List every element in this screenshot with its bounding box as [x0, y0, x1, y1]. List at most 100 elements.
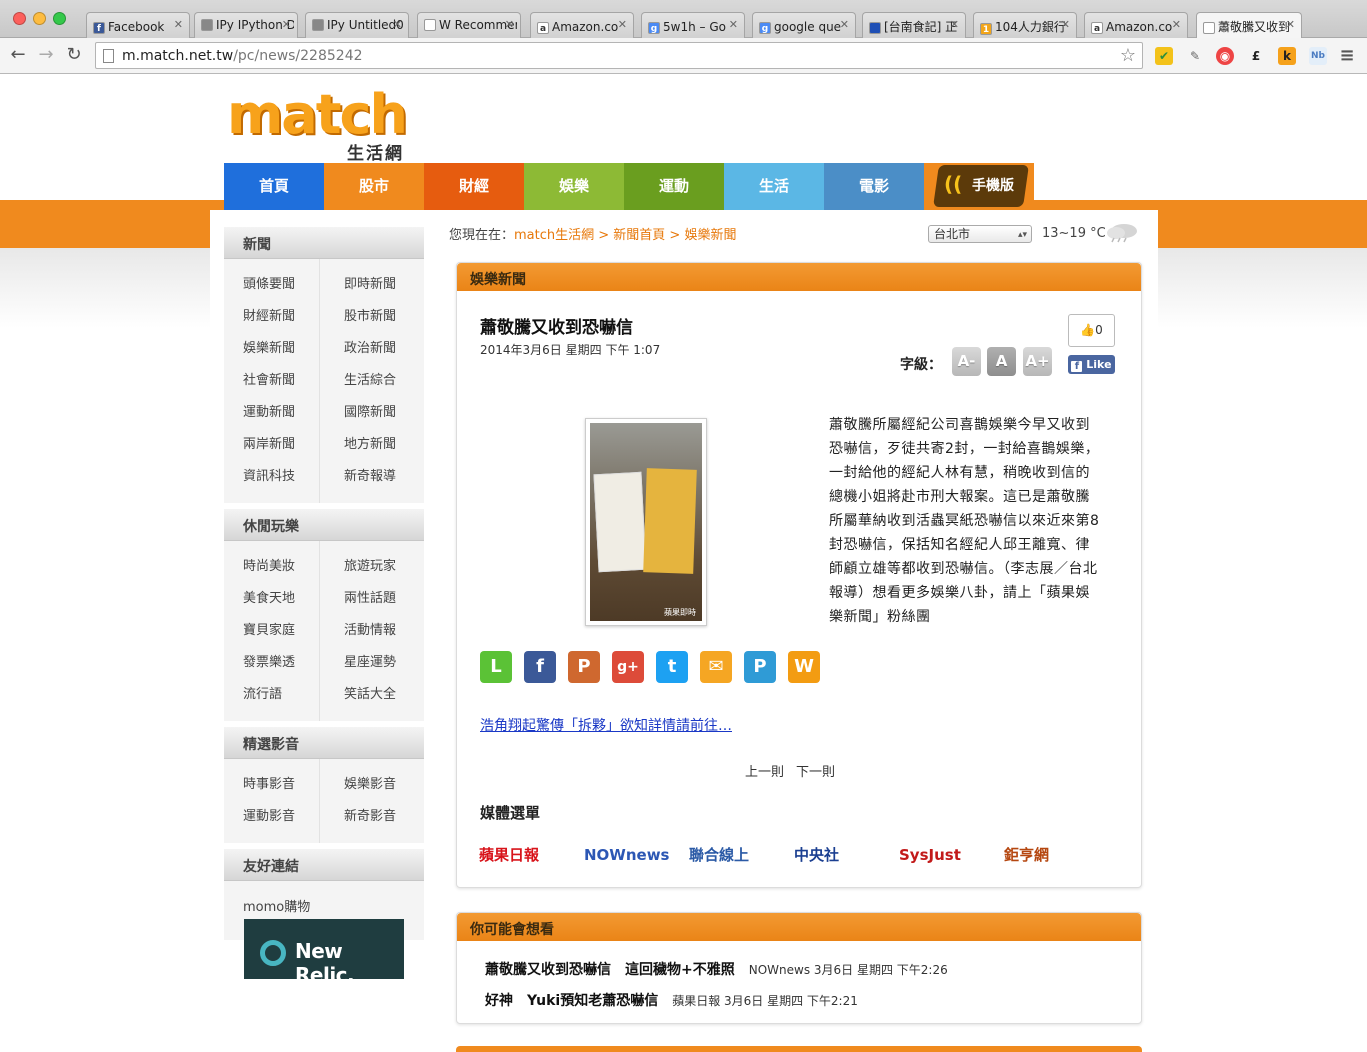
media-logo[interactable]: SysJust [899, 840, 961, 870]
browser-tab[interactable]: a Amazon.co ✕ [1084, 12, 1188, 39]
tab-close-icon[interactable]: ✕ [1172, 18, 1181, 31]
tab-close-icon[interactable]: ✕ [393, 18, 402, 31]
reload-button[interactable]: ↻ [63, 44, 85, 65]
font-smaller-button[interactable]: A- [952, 347, 981, 376]
tab-close-icon[interactable]: ✕ [1286, 18, 1295, 31]
menu-icon[interactable]: ≡ [1338, 47, 1356, 65]
line-icon[interactable]: L [480, 651, 512, 683]
recommend-item[interactable]: 蕭敬騰又收到恐嚇信 這回穢物+不雅照 NOWnews 3月6日 星期四 下午2:26 [485, 959, 948, 979]
sidebar-link[interactable]: 美食天地 [224, 583, 320, 615]
search-share-icon[interactable]: P [744, 651, 776, 683]
browser-tab[interactable]: g google que ✕ [752, 12, 856, 39]
google-plus-icon[interactable]: g+ [612, 651, 644, 683]
media-logo[interactable]: 鉅亨網 [1004, 840, 1049, 870]
media-logo[interactable]: NOWnews [584, 840, 670, 870]
extension-pen-icon[interactable]: ✎ [1186, 47, 1204, 65]
new-relic-ad[interactable]: New Relic. [244, 919, 404, 987]
sidebar-link[interactable]: 資訊科技 [224, 461, 320, 493]
nav-item[interactable]: 生活 [724, 163, 824, 210]
browser-tab[interactable]: [台南食記] 正 ✕ [862, 12, 966, 39]
sidebar-link[interactable]: 生活綜合 [320, 365, 424, 397]
related-article-link[interactable]: 浩角翔起驚傳「拆夥」欲知詳情請前往… [480, 715, 732, 735]
browser-tab[interactable]: IPy IPython Da✕ [194, 12, 298, 39]
bookmark-star-icon[interactable]: ☆ [1120, 45, 1136, 66]
city-select[interactable]: 台北市 ▴▾ [928, 225, 1032, 243]
extension-k-icon[interactable]: k [1278, 47, 1296, 65]
sidebar-link[interactable]: 財經新聞 [224, 301, 320, 333]
nav-item[interactable]: 股市 [324, 163, 424, 210]
font-larger-button[interactable]: A+ [1023, 347, 1052, 376]
nav-item[interactable]: 首頁 [224, 163, 324, 210]
sidebar-link[interactable]: 笑話大全 [320, 679, 424, 711]
sidebar-link[interactable]: 旅遊玩家 [320, 551, 424, 583]
sidebar-link[interactable]: 寶貝家庭 [224, 615, 320, 647]
zoom-window-button[interactable] [53, 12, 66, 25]
sidebar-link[interactable]: 政治新聞 [320, 333, 424, 365]
extension-circle-icon[interactable]: ◉ [1216, 47, 1234, 65]
next-article-link[interactable]: 下一則 [796, 765, 835, 780]
sidebar-link[interactable]: 國際新聞 [320, 397, 424, 429]
nav-item[interactable]: 娛樂 [524, 163, 624, 210]
extension-nb-icon[interactable]: Nb [1309, 47, 1327, 65]
browser-tab[interactable]: IPy Untitled0 ✕ [305, 12, 409, 39]
extension-f-icon[interactable]: £ [1247, 47, 1265, 65]
tab-close-icon[interactable]: ✕ [174, 18, 183, 31]
tab-close-icon[interactable]: ✕ [729, 18, 738, 31]
article-photo[interactable]: 蘋果即時 [585, 418, 707, 626]
sidebar-link[interactable]: 運動影音 [224, 801, 320, 833]
sidebar-link[interactable]: 星座運勢 [320, 647, 424, 679]
media-logo[interactable]: 聯合線上 [689, 840, 749, 870]
nav-item[interactable]: 運動 [624, 163, 724, 210]
email-icon[interactable]: ✉ [700, 651, 732, 683]
back-button[interactable]: ← [7, 44, 29, 65]
sidebar-link[interactable]: 新奇報導 [320, 461, 424, 493]
browser-tab[interactable]: f Facebook ✕ [86, 12, 190, 39]
like-count-box[interactable]: 👍0 [1068, 314, 1115, 347]
sidebar-link[interactable]: 地方新聞 [320, 429, 424, 461]
sidebar-link[interactable]: 兩岸新聞 [224, 429, 320, 461]
sidebar-link[interactable]: 股市新聞 [320, 301, 424, 333]
sidebar-link[interactable]: 時尚美妝 [224, 551, 320, 583]
sidebar-link[interactable]: 即時新聞 [320, 269, 424, 301]
sidebar-link[interactable]: 社會新聞 [224, 365, 320, 397]
sidebar-link[interactable]: 時事影音 [224, 769, 320, 801]
tab-close-icon[interactable]: ✕ [1061, 18, 1070, 31]
browser-tab[interactable]: 1 104人力銀行 ✕ [973, 12, 1077, 39]
close-window-button[interactable] [13, 12, 26, 25]
sidebar-link[interactable]: 活動情報 [320, 615, 424, 647]
extension-shield-icon[interactable]: ✔ [1155, 47, 1173, 65]
sidebar-link[interactable]: 流行語 [224, 679, 320, 711]
sidebar-link[interactable]: 運動新聞 [224, 397, 320, 429]
tab-close-icon[interactable]: ✕ [618, 18, 627, 31]
forward-button[interactable]: → [35, 44, 57, 65]
font-normal-button[interactable]: A [987, 347, 1016, 376]
tab-close-icon[interactable]: ✕ [950, 18, 959, 31]
browser-tab[interactable]: g 5w1h – Go ✕ [641, 12, 745, 39]
address-bar[interactable]: m.match.net.tw/pc/news/2285242 ☆ [95, 42, 1143, 69]
weibo-icon[interactable]: W [788, 651, 820, 683]
media-logo[interactable]: 蘋果日報 [479, 840, 539, 870]
facebook-like-button[interactable]: f Like [1068, 355, 1115, 374]
recommend-item[interactable]: 好神 Yuki預知老蕭恐嚇信 蘋果日報 3月6日 星期四 下午2:21 [485, 990, 858, 1010]
media-logo[interactable]: 中央社 [794, 840, 839, 870]
tab-close-icon[interactable]: ✕ [840, 18, 849, 31]
sidebar-link[interactable]: 娛樂影音 [320, 769, 424, 801]
sidebar-link[interactable]: 發票樂透 [224, 647, 320, 679]
tab-close-icon[interactable]: ✕ [282, 18, 291, 31]
breadcrumb-path[interactable]: match生活網 > 新聞首頁 > 娛樂新聞 [514, 228, 736, 243]
twitter-icon[interactable]: t [656, 651, 688, 683]
browser-tab[interactable]: a Amazon.co ✕ [530, 12, 634, 39]
nav-item[interactable]: 財經 [424, 163, 524, 210]
browser-tab[interactable]: 蕭敬騰又收到 ✕ [1196, 12, 1302, 40]
nav-item[interactable]: 電影 [824, 163, 924, 210]
facebook-icon[interactable]: f [524, 651, 556, 683]
tab-close-icon[interactable]: ✕ [505, 18, 514, 31]
prev-article-link[interactable]: 上一則 [745, 765, 784, 780]
sidebar-link[interactable]: 兩性話題 [320, 583, 424, 615]
browser-tab[interactable]: W Recommen ✕ [417, 12, 521, 39]
site-logo[interactable]: match 生活網 [227, 85, 408, 165]
minimize-window-button[interactable] [33, 12, 46, 25]
sidebar-link[interactable]: 頭條要聞 [224, 269, 320, 301]
sidebar-link[interactable]: 新奇影音 [320, 801, 424, 833]
sidebar-link[interactable]: 娛樂新聞 [224, 333, 320, 365]
